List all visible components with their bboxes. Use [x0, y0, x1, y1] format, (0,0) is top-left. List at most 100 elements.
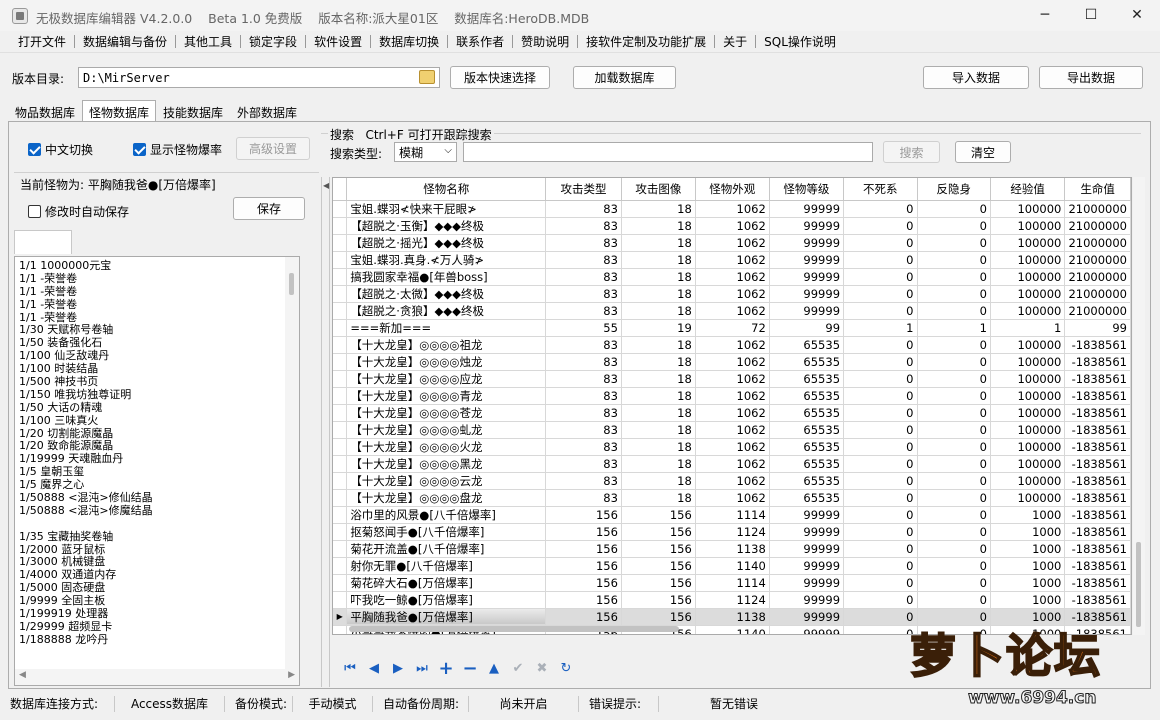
table-cell[interactable]: -1838561	[1064, 591, 1131, 609]
list-item[interactable]: 1/500 神技书页	[15, 375, 299, 389]
table-cell[interactable]: 18	[621, 200, 696, 218]
table-cell[interactable]: 0	[917, 302, 991, 320]
table-cell[interactable]: 1062	[695, 472, 770, 490]
drop-list-scrollbar[interactable]	[285, 257, 299, 669]
table-cell[interactable]: 1062	[695, 200, 770, 218]
table-cell[interactable]: 1062	[695, 387, 770, 405]
table-cell[interactable]: 83	[545, 489, 622, 507]
table-cell[interactable]: 99	[1064, 319, 1131, 337]
table-cell[interactable]: 99999	[769, 506, 845, 524]
table-cell[interactable]: ===新加===	[346, 319, 547, 337]
table-cell[interactable]: 0	[917, 506, 991, 524]
table-cell[interactable]: 1062	[695, 217, 770, 235]
table-cell[interactable]: 65535	[769, 438, 845, 456]
list-item[interactable]: 1/1 -荣誉卷	[15, 298, 299, 312]
auto-save-checkbox[interactable]: 修改时自动保存	[28, 203, 129, 220]
column-header[interactable]: 怪物等级	[769, 178, 845, 201]
table-cell[interactable]: 1114	[695, 506, 770, 524]
table-cell[interactable]: 83	[545, 438, 622, 456]
table-cell[interactable]: 0	[843, 353, 918, 371]
table-cell[interactable]: 【十大龙皇】◎◎◎◎祖龙	[346, 336, 547, 354]
table-cell[interactable]: 宝姐.蝶羽.真身.≮万人骑≯	[346, 251, 547, 269]
table-cell[interactable]: -1838561	[1064, 404, 1131, 422]
first-icon[interactable]: ⏮	[340, 658, 360, 678]
table-cell[interactable]: 1062	[695, 421, 770, 439]
table-cell[interactable]: 0	[843, 302, 918, 320]
table-row[interactable]: 吓我吃一鲸●[万倍爆率] 156 156 1124 99999 0 0 1000 -183856…	[333, 591, 1131, 609]
table-cell[interactable]: 83	[545, 285, 622, 303]
table-cell[interactable]: 0	[917, 370, 991, 388]
menu-item[interactable]: SQL操作说明	[756, 33, 844, 50]
table-cell[interactable]: 0	[843, 336, 918, 354]
table-cell[interactable]: 抠菊怒闻手●[八千倍爆率]	[346, 523, 547, 541]
table-cell[interactable]: 83	[545, 455, 622, 473]
table-cell[interactable]: 【超脱之·太微】◆◆◆终极	[346, 285, 547, 303]
table-cell[interactable]: 100000	[990, 489, 1066, 507]
column-header[interactable]: 经验值	[990, 178, 1066, 201]
table-cell[interactable]: 1062	[695, 404, 770, 422]
table-cell[interactable]: -1838561	[1064, 540, 1131, 558]
minimize-button[interactable]: ─	[1022, 0, 1068, 31]
refresh-icon[interactable]: ↻	[556, 658, 576, 678]
last-icon[interactable]: ⏭	[412, 658, 432, 678]
tab-items[interactable]: 物品数据库	[8, 100, 82, 122]
table-cell[interactable]: 100000	[990, 285, 1066, 303]
table-cell[interactable]: 18	[621, 268, 696, 286]
column-header[interactable]: 怪物名称	[346, 178, 547, 201]
table-cell[interactable]: 18	[621, 370, 696, 388]
menu-item[interactable]: 接软件定制及功能扩展	[578, 33, 714, 50]
scroll-thumb[interactable]	[289, 273, 294, 295]
table-cell[interactable]: 【超脱之·贪狼】◆◆◆终极	[346, 302, 547, 320]
table-cell[interactable]: 21000000	[1064, 285, 1131, 303]
table-cell[interactable]: 【十大龙皇】◎◎◎◎黑龙	[346, 455, 547, 473]
table-cell[interactable]: 83	[545, 336, 622, 354]
table-cell[interactable]: 0	[917, 234, 991, 252]
table-cell[interactable]: 99999	[769, 302, 845, 320]
clear-button[interactable]: 清空	[955, 141, 1011, 163]
table-cell[interactable]: 18	[621, 234, 696, 252]
table-cell[interactable]: 1000	[990, 557, 1066, 575]
table-cell[interactable]: 83	[545, 370, 622, 388]
table-cell[interactable]: 1138	[695, 540, 770, 558]
table-cell[interactable]: 【十大龙皇】◎◎◎◎青龙	[346, 387, 547, 405]
table-row[interactable]: 菊花碎大石●[万倍爆率] 156 156 1114 99999 0 0 1000 -183856…	[333, 574, 1131, 592]
table-cell[interactable]: 1062	[695, 455, 770, 473]
table-cell[interactable]: 0	[843, 455, 918, 473]
table-cell[interactable]: 0	[917, 455, 991, 473]
dir-input[interactable]: D:\MirServer	[78, 67, 440, 88]
menu-item[interactable]: 软件设置	[306, 33, 370, 50]
table-cell[interactable]: 0	[917, 523, 991, 541]
table-cell[interactable]: 菊花开流盖●[八千倍爆率]	[346, 540, 547, 558]
table-cell[interactable]: 【十大龙皇】◎◎◎◎烛龙	[346, 353, 547, 371]
table-cell[interactable]: 100000	[990, 455, 1066, 473]
table-row[interactable]: 【十大龙皇】◎◎◎◎虬龙 83 18 1062 65535 0 0 100000 -183856…	[333, 421, 1131, 439]
table-cell[interactable]: 100000	[990, 234, 1066, 252]
table-cell[interactable]: 21000000	[1064, 234, 1131, 252]
table-cell[interactable]: 1062	[695, 285, 770, 303]
list-item[interactable]: 1/1 -荣誉卷	[15, 272, 299, 286]
table-cell[interactable]: 0	[917, 404, 991, 422]
table-cell[interactable]: 0	[843, 489, 918, 507]
import-button[interactable]: 导入数据	[923, 66, 1029, 89]
quick-select-button[interactable]: 版本快速选择	[450, 66, 550, 89]
table-cell[interactable]: 156	[545, 557, 622, 575]
table-row[interactable]: ===新加=== 55 19 72 99 1 1 1 99	[333, 319, 1131, 337]
save-button[interactable]: 保存	[233, 197, 305, 220]
table-cell[interactable]: 浴巾里的风景●[八千倍爆率]	[346, 506, 547, 524]
table-cell[interactable]: 【十大龙皇】◎◎◎◎云龙	[346, 472, 547, 490]
table-cell[interactable]: 0	[843, 234, 918, 252]
table-cell[interactable]: 65535	[769, 455, 845, 473]
table-cell[interactable]: 156	[621, 506, 696, 524]
table-cell[interactable]: 1000	[990, 591, 1066, 609]
maximize-button[interactable]: ☐	[1068, 0, 1114, 31]
table-cell[interactable]: 99999	[769, 557, 845, 575]
table-cell[interactable]: 99999	[769, 608, 845, 626]
table-cell[interactable]: 100000	[990, 336, 1066, 354]
table-cell[interactable]: 0	[917, 540, 991, 558]
table-cell[interactable]: -1838561	[1064, 421, 1131, 439]
column-header[interactable]: 不死系	[843, 178, 918, 201]
chinese-switch-checkbox[interactable]: 中文切换	[28, 141, 93, 158]
table-cell[interactable]: 18	[621, 489, 696, 507]
table-cell[interactable]: 0	[843, 591, 918, 609]
table-cell[interactable]: 0	[843, 625, 918, 634]
